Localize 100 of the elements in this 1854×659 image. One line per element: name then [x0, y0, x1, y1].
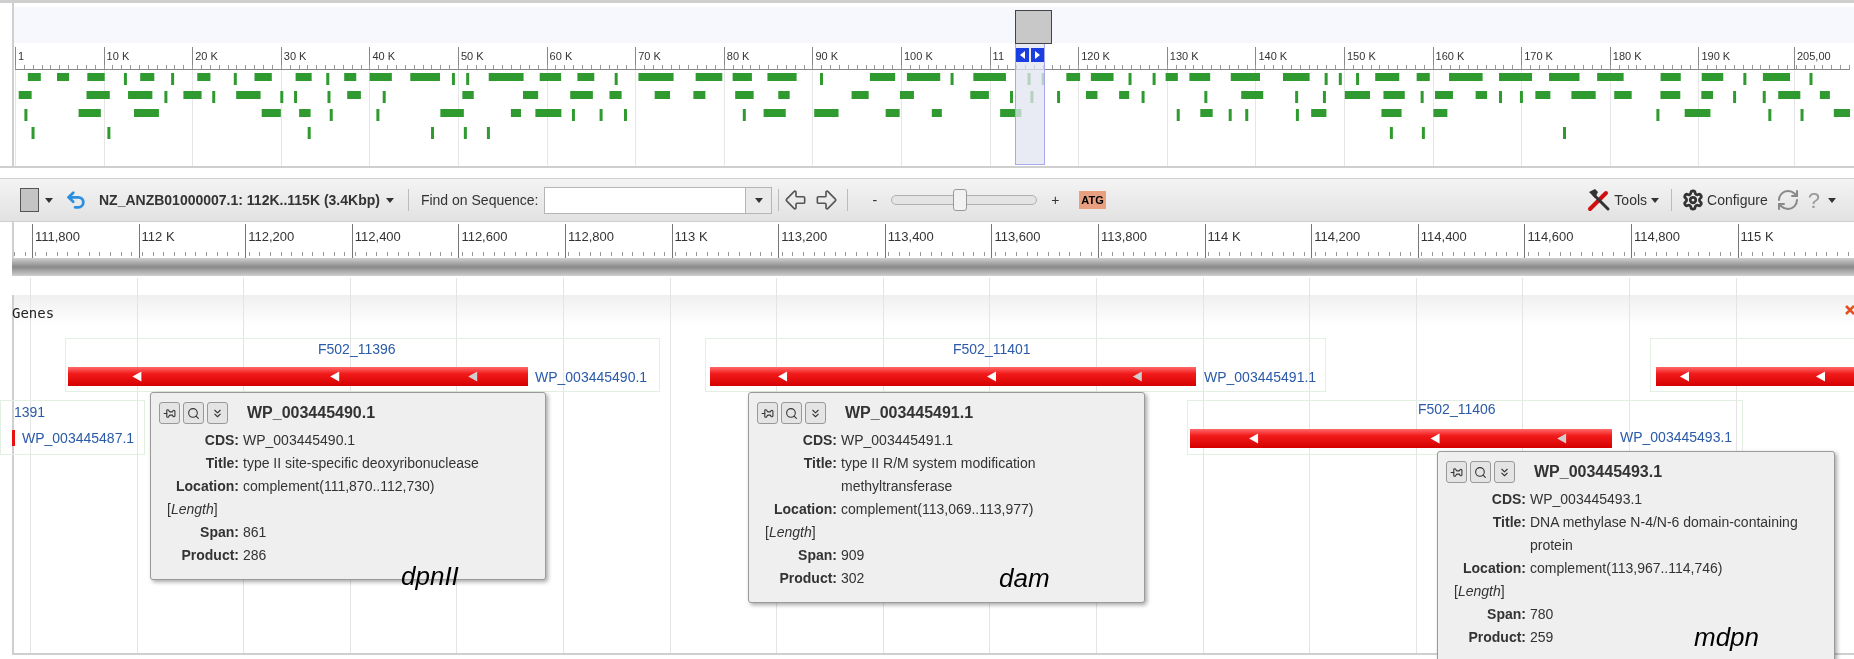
field-value: 259 [1530, 628, 1554, 647]
ruler-label: 114,800 [1634, 228, 1681, 246]
refresh-icon[interactable] [1775, 188, 1800, 212]
popup-title: WP_003445493.1 [1534, 462, 1663, 482]
accession-label[interactable]: WP_003445490.1 [535, 367, 648, 388]
pin-icon [761, 406, 774, 420]
search-icon [187, 406, 200, 420]
close-icon[interactable] [1844, 304, 1854, 316]
caret-icon [1828, 197, 1836, 203]
field-label: Span: [1486, 605, 1526, 624]
ruler-label: 50 K [461, 49, 484, 64]
ruler-label: 114,200 [1314, 228, 1361, 246]
ruler-label: 112,400 [354, 228, 401, 246]
ruler-label: 114 K [1207, 228, 1241, 246]
accession-label[interactable]: WP_003445491.1 [1204, 367, 1317, 388]
ruler-label: 90 K [815, 49, 839, 64]
ruler-label: 1 [18, 49, 25, 64]
gene-label[interactable]: F502_11396 [318, 339, 396, 360]
pin-button[interactable] [757, 402, 778, 424]
ruler-label: 120 K [1081, 49, 1110, 64]
accession-label[interactable]: WP_003445493.1 [1620, 427, 1733, 448]
dropdown-button[interactable] [745, 187, 772, 213]
location-menu[interactable]: NZ_ANZB01000007.1: 112K..115K (3.4Kbp) [99, 189, 394, 211]
configure-button[interactable]: Configure [1707, 189, 1768, 211]
expand-button[interactable] [207, 402, 228, 424]
search-button[interactable] [1470, 461, 1491, 483]
field-value: 302 [841, 569, 865, 588]
gene-bar[interactable] [1656, 367, 1854, 386]
field-label: Title: [204, 454, 239, 473]
field-label: Product: [1467, 628, 1526, 647]
slider-thumb[interactable] [952, 189, 967, 211]
field-label: CDS: [1490, 490, 1526, 509]
back-icon[interactable] [65, 189, 87, 211]
pin-button[interactable] [159, 402, 180, 424]
expand-button[interactable] [805, 402, 826, 424]
ruler-label: 113,600 [994, 228, 1041, 246]
find-field[interactable] [544, 186, 773, 214]
field-value: WP_003445490.1 [243, 431, 356, 450]
field-value: WP_003445491.1 [841, 431, 954, 450]
ruler-label: 100 K [904, 49, 933, 64]
field-label: Location: [175, 477, 239, 496]
field-value: 909 [841, 546, 865, 565]
field-label: CDS: [801, 431, 837, 450]
ruler-label: 113,200 [781, 228, 828, 246]
sequence-button[interactable]: ATG [1079, 191, 1106, 209]
field-label: CDS: [203, 431, 239, 450]
ruler-label: 10 K [106, 49, 130, 64]
caret-icon [45, 197, 53, 203]
ruler-label: 113 K [674, 228, 708, 246]
ruler-label: 80 K [726, 49, 750, 64]
field-label: Location: [1462, 559, 1526, 578]
find-label: Find on Sequence: [420, 190, 539, 210]
field-value: complement(113,967..114,746) [1530, 559, 1723, 578]
ruler-label: 170 K [1524, 49, 1553, 64]
zoom-out-label[interactable]: - [872, 189, 878, 211]
tools-menu[interactable]: Tools [1614, 189, 1660, 211]
ruler-label: 140 K [1258, 49, 1288, 64]
ruler-label: 180 K [1612, 49, 1642, 64]
ruler-label: 150 K [1347, 49, 1376, 64]
caret-icon [385, 197, 394, 203]
gene-annotation: dam [999, 565, 1050, 591]
ruler-label: 111,800 [35, 228, 81, 246]
nav-arrows-icon[interactable] [1016, 48, 1044, 62]
zoom-in-label[interactable]: + [1051, 189, 1060, 211]
field-value: 780 [1530, 605, 1554, 624]
field-label: Span: [199, 523, 239, 542]
viewport-handle[interactable] [1015, 10, 1052, 44]
ruler-label: 30 K [283, 49, 307, 64]
pin-icon [163, 406, 176, 420]
pin-icon [1450, 465, 1463, 479]
search-button[interactable] [781, 402, 802, 424]
ruler-label: 112,800 [568, 228, 615, 246]
ruler-label: 113,400 [887, 228, 934, 246]
ruler-label: 40 K [372, 49, 396, 64]
gene-annotation: dpnII [401, 563, 459, 589]
length-note: [Length] [1453, 582, 1506, 601]
pin-button[interactable] [1446, 461, 1467, 483]
ruler-label: 112,200 [248, 228, 295, 246]
search-icon [1474, 465, 1487, 479]
gene-annotation: mdpn [1694, 624, 1760, 650]
gene-label[interactable]: F502_11401 [953, 339, 1031, 360]
field-label: Product: [778, 569, 837, 588]
track-selector[interactable] [20, 188, 53, 212]
gene-label[interactable]: F502_11406 [1418, 399, 1496, 420]
search-button[interactable] [183, 402, 204, 424]
ruler-label: 70 K [638, 49, 661, 64]
settings-icon[interactable] [1682, 189, 1705, 211]
accession-label[interactable]: WP_003445487.1 [22, 428, 135, 449]
expand-button[interactable] [1494, 461, 1515, 483]
track-swatch-icon [20, 188, 39, 212]
field-value: 861 [243, 523, 267, 542]
ruler-label: 20 K [195, 49, 218, 64]
field-value: complement(111,870..112,730) [243, 477, 435, 496]
ruler-label: 190 K [1701, 49, 1731, 64]
zoom-slider[interactable] [891, 189, 1038, 211]
track-title: Genes [12, 304, 55, 323]
ruler-label: 205,00 [1797, 49, 1831, 64]
gene-label[interactable]: 1391 [14, 402, 46, 423]
field-label: Product: [180, 546, 239, 565]
ruler-label: 112 K [141, 228, 175, 246]
